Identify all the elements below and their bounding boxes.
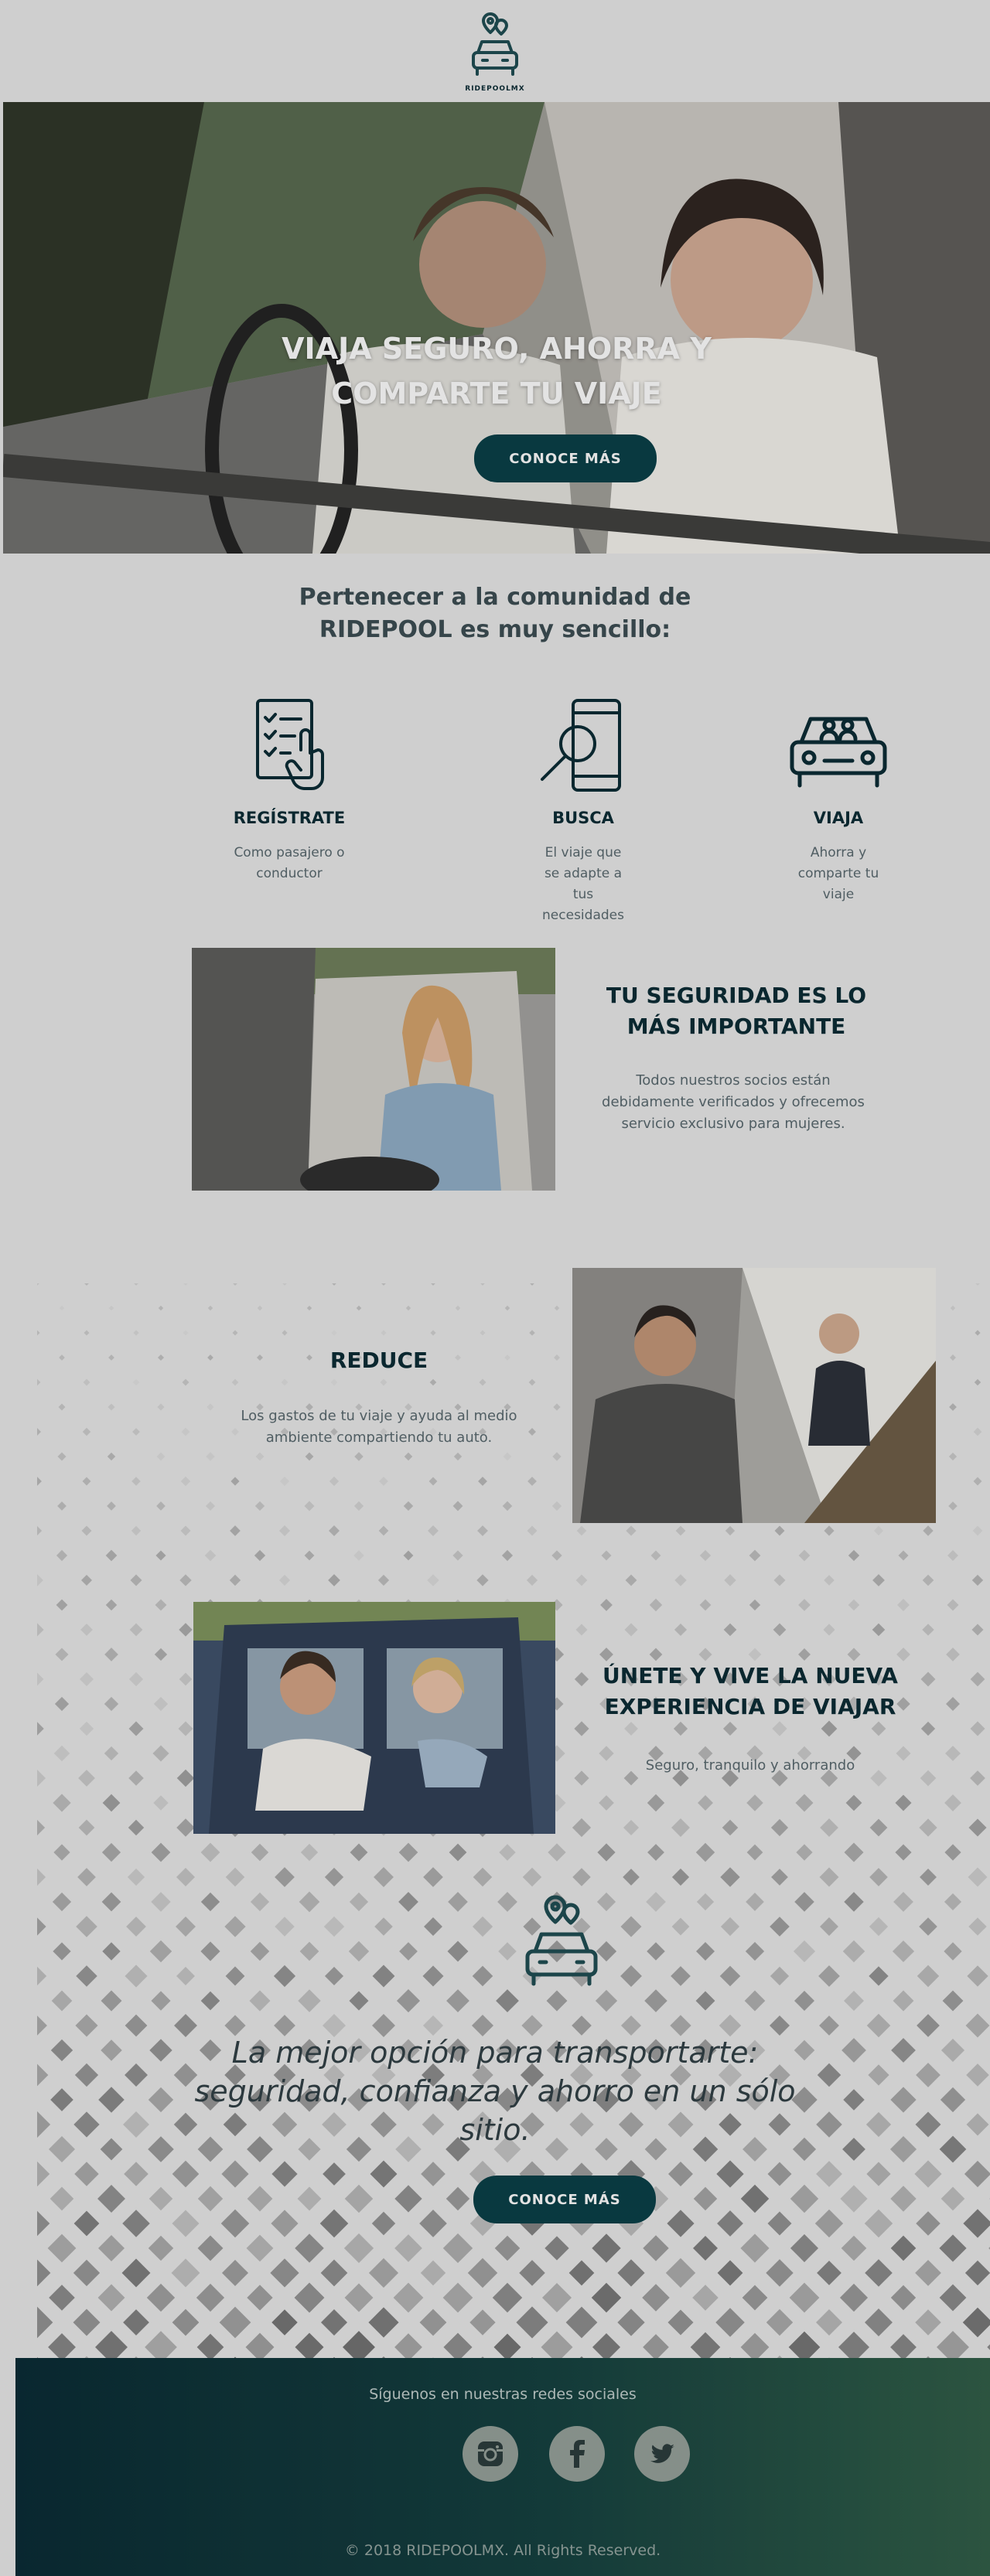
step-search-desc: El viaje que se adapte a tus necesidades [542, 845, 624, 923]
social-follow-text: Síguenos en nuestras redes sociales [369, 2386, 637, 2403]
feature-reduce-photo [572, 1268, 936, 1523]
feature-join-photo [193, 1602, 555, 1834]
facebook-icon [570, 2440, 585, 2468]
feature-reduce-desc: Los gastos de tu viaje y ayuda al medio … [241, 1408, 517, 1446]
tagline-line-1: La mejor opción para transportarte: [231, 2036, 759, 2070]
footer: Síguenos en nuestras redes sociales © 20… [15, 2358, 990, 2576]
logo[interactable]: RIDEPOOLMX [465, 9, 524, 93]
tagline-cta-button[interactable]: CONOCE MÁS [473, 2176, 656, 2223]
feature-join-title: ÚNETE Y VIVE LA NUEVA EXPERIENCIA DE VIA… [603, 1663, 898, 1719]
feature-safety-title: TU SEGURIDAD ES LO MÁS IMPORTANTE [606, 983, 867, 1039]
twitter-link[interactable] [634, 2426, 690, 2482]
logo-text: RIDEPOOLMX [465, 85, 525, 93]
step-register: REGÍSTRATE Como pasajero o conductor [196, 696, 382, 884]
car-passengers-icon [790, 717, 887, 788]
checklist-hand-icon [256, 699, 324, 790]
feature-safety-photo [192, 948, 555, 1191]
feature-safety-desc: Todos nuestros socios están debidamente … [602, 1072, 865, 1132]
tagline: La mejor opción para transportarte: segu… [186, 2033, 804, 2149]
step-search-title: BUSCA [552, 809, 614, 827]
car-pin-logo-icon [472, 12, 518, 76]
hero-title: VIAJA SEGURO, AHORRA Y COMPARTE TU VIAJE [282, 332, 712, 411]
tagline-line-2: seguridad, confianza y ahorro en un sólo… [194, 2074, 796, 2147]
hero-banner: VIAJA SEGURO, AHORRA Y COMPARTE TU VIAJE… [3, 102, 990, 554]
facebook-link[interactable] [549, 2426, 605, 2482]
twitter-icon [650, 2444, 674, 2463]
feature-join-desc: Seguro, tranquilo y ahorrando [645, 1757, 855, 1774]
step-register-title: REGÍSTRATE [233, 809, 346, 827]
instagram-icon [478, 2441, 503, 2466]
copyright-text: © 2018 RIDEPOOLMX. All Rights Reserved. [344, 2542, 661, 2559]
instagram-link[interactable] [463, 2426, 518, 2482]
step-register-desc: Como pasajero o conductor [234, 845, 345, 881]
step-travel-title: VIAJA [813, 809, 864, 827]
feature-reduce-title: REDUCE [329, 1348, 428, 1373]
hero-cta-button[interactable]: CONOCE MÁS [474, 434, 657, 482]
step-travel-desc: Ahorra y comparte tu viaje [797, 845, 879, 902]
site-header: RIDEPOOLMX [0, 0, 990, 102]
phone-search-icon [541, 699, 621, 792]
car-pin-icon [525, 1895, 598, 1986]
step-travel: VIAJA Ahorra y comparte tu viaje [746, 696, 931, 905]
step-search: BUSCA El viaje que se adapte a tus neces… [490, 696, 676, 926]
community-title: Pertenecer a la comunidad de RIDEPOOL es… [299, 584, 691, 643]
